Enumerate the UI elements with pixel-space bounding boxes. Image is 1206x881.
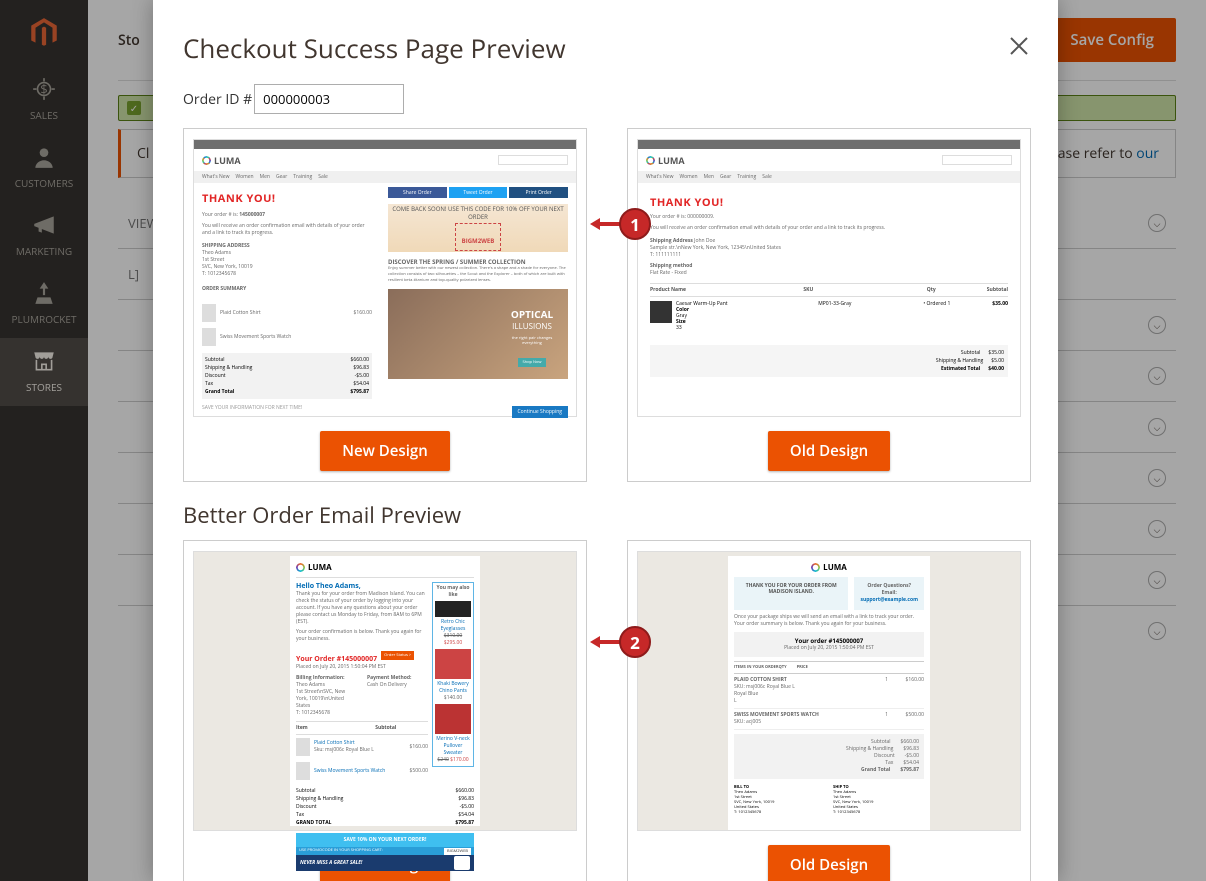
thumbnail-new-success: LUMA What's NewWomenMenGearTrainingSale …: [193, 139, 577, 417]
thumbnail-new-email: LUMA You may also like Retro Chic Eyegla…: [193, 551, 577, 831]
optical-banner: OPTICAL ILLUSIONS the right pair changes…: [388, 289, 568, 379]
new-design-button-1[interactable]: New Design: [320, 431, 449, 471]
thumbnail-old-success: LUMA What's NewWomenMenGearTrainingSale …: [637, 139, 1021, 417]
close-icon[interactable]: [1008, 35, 1030, 62]
preview-new-success: LUMA What's NewWomenMenGearTrainingSale …: [183, 128, 587, 482]
thumbs-up-icon: [454, 856, 470, 870]
arrow-2-head: [590, 636, 600, 648]
arrow-1-head: [590, 218, 600, 230]
preview-modal: Checkout Success Page Preview Order ID #…: [153, 0, 1058, 881]
order-id-field: Order ID #: [183, 84, 1028, 114]
old-design-button-1[interactable]: Old Design: [768, 431, 890, 471]
badge-1: 1: [619, 208, 651, 240]
modal-title-1: Checkout Success Page Preview: [183, 30, 1028, 66]
order-id-input[interactable]: [254, 84, 404, 114]
old-design-button-2[interactable]: Old Design: [768, 845, 890, 881]
preview-new-email: LUMA You may also like Retro Chic Eyegla…: [183, 540, 587, 881]
preview-old-success: LUMA What's NewWomenMenGearTrainingSale …: [627, 128, 1031, 482]
badge-2: 2: [619, 626, 651, 658]
thumbnail-old-email: LUMA THANK YOU FOR YOUR ORDER FROM MADIS…: [637, 551, 1021, 831]
preview-old-email: LUMA THANK YOU FOR YOUR ORDER FROM MADIS…: [627, 540, 1031, 881]
modal-title-2: Better Order Email Preview: [183, 500, 1028, 530]
